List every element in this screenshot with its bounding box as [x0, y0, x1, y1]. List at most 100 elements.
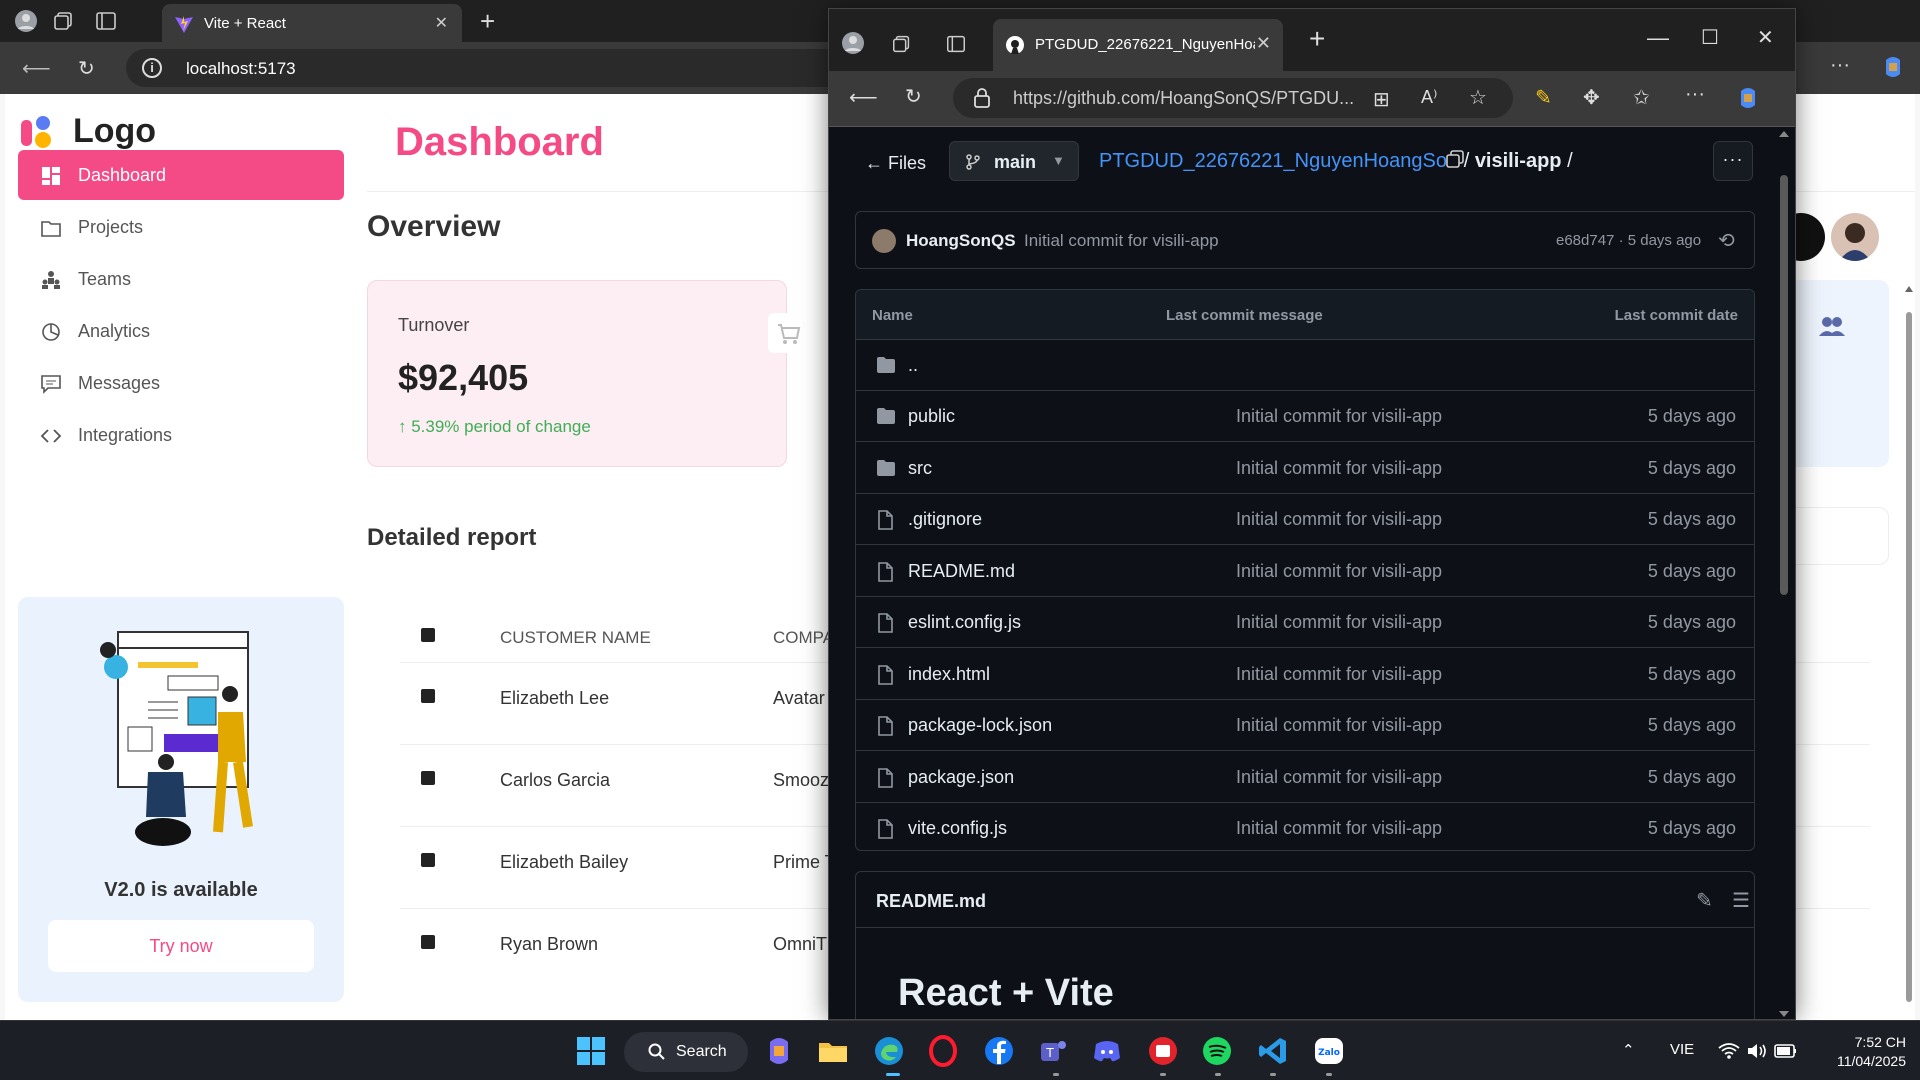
- file-commit-message[interactable]: Initial commit for visili-app: [1236, 458, 1442, 479]
- notes-icon[interactable]: ✎: [1535, 85, 1552, 110]
- copilot-icon[interactable]: [1880, 54, 1906, 80]
- taskbar-search[interactable]: Search: [624, 1032, 748, 1072]
- facebook-icon[interactable]: [982, 1034, 1016, 1068]
- windows-start-icon[interactable]: [574, 1034, 608, 1068]
- file-name[interactable]: src: [908, 458, 932, 479]
- vscode-icon[interactable]: [1256, 1034, 1290, 1068]
- file-row[interactable]: package-lock.json Initial commit for visi…: [856, 700, 1754, 751]
- file-row[interactable]: .gitignore Initial commit for visili-app 5…: [856, 494, 1754, 545]
- info-icon[interactable]: i: [142, 58, 162, 78]
- system-clock[interactable]: 7:52 CH 11/04/2025: [1816, 1033, 1906, 1071]
- file-name[interactable]: .gitignore: [908, 509, 982, 530]
- battery-icon[interactable]: [1774, 1043, 1798, 1059]
- reload-icon[interactable]: ↻: [905, 84, 922, 109]
- file-commit-message[interactable]: Initial commit for visili-app: [1236, 664, 1442, 685]
- edge-icon[interactable]: [872, 1034, 906, 1068]
- lock-icon[interactable]: [973, 88, 991, 108]
- file-name[interactable]: eslint.config.js: [908, 612, 1021, 633]
- extensions-icon[interactable]: ✥: [1583, 85, 1600, 110]
- read-aloud-icon[interactable]: A⁾: [1421, 87, 1437, 108]
- file-name[interactable]: index.html: [908, 664, 990, 685]
- close-tab-icon[interactable]: ✕: [1256, 33, 1271, 54]
- select-all-checkbox[interactable]: [421, 628, 435, 642]
- maximize-icon[interactable]: ☐: [1701, 25, 1719, 50]
- opera-icon[interactable]: [926, 1034, 960, 1068]
- sidebar-item-projects[interactable]: Projects: [18, 202, 344, 252]
- tray-overflow-icon[interactable]: ⌃: [1622, 1041, 1635, 1059]
- profile-icon[interactable]: [841, 31, 865, 55]
- zalo-icon[interactable]: Zalo: [1312, 1034, 1346, 1068]
- page-scrollbar[interactable]: [1775, 127, 1793, 1020]
- commit-author[interactable]: HoangSonQS: [906, 231, 1016, 251]
- avatar[interactable]: [1831, 213, 1879, 261]
- red-app-icon[interactable]: [1146, 1034, 1180, 1068]
- workspaces-icon[interactable]: [52, 9, 76, 33]
- back-arrow-icon[interactable]: ⟵: [22, 56, 51, 81]
- more-menu-icon[interactable]: ···: [1830, 54, 1850, 77]
- file-name[interactable]: package.json: [908, 767, 1014, 788]
- file-commit-message[interactable]: Initial commit for visili-app: [1236, 561, 1442, 582]
- outline-icon[interactable]: ☰: [1732, 888, 1750, 913]
- sidebar-item-dashboard[interactable]: Dashboard: [18, 150, 344, 200]
- copilot-icon[interactable]: [1735, 85, 1761, 111]
- branch-selector[interactable]: main ▼: [949, 141, 1079, 181]
- spotify-icon[interactable]: [1200, 1034, 1234, 1068]
- tab-vite-react[interactable]: Vite + React ✕: [162, 4, 462, 42]
- new-tab-icon[interactable]: +: [480, 6, 495, 37]
- favorites-icon[interactable]: ✩: [1633, 85, 1650, 110]
- file-commit-message[interactable]: Initial commit for visili-app: [1236, 818, 1442, 839]
- file-name[interactable]: package-lock.json: [908, 715, 1052, 736]
- minimize-icon[interactable]: —: [1647, 25, 1669, 51]
- file-row[interactable]: package.json Initial commit for visili-ap…: [856, 752, 1754, 803]
- commit-meta[interactable]: e68d747 · 5 days ago: [1556, 232, 1701, 249]
- tab-github[interactable]: PTGDUD_22676221_NguyenHoangSon ✕: [993, 19, 1283, 71]
- copy-path-icon[interactable]: [1445, 149, 1465, 169]
- file-row[interactable]: src Initial commit for visili-app 5 days a…: [856, 443, 1754, 494]
- wifi-icon[interactable]: [1718, 1042, 1740, 1060]
- workspaces-icon[interactable]: [891, 33, 913, 55]
- close-tab-icon[interactable]: ✕: [435, 13, 448, 33]
- volume-icon[interactable]: [1746, 1042, 1768, 1060]
- row-checkbox[interactable]: [421, 771, 435, 785]
- sidebar-item-messages[interactable]: Messages: [18, 358, 344, 408]
- reload-icon[interactable]: ↻: [78, 56, 95, 81]
- file-name[interactable]: README.md: [908, 561, 1015, 582]
- new-tab-icon[interactable]: +: [1309, 23, 1325, 55]
- file-name[interactable]: vite.config.js: [908, 818, 1007, 839]
- commit-message[interactable]: Initial commit for visili-app: [1024, 231, 1219, 251]
- file-row[interactable]: eslint.config.js Initial commit for visil…: [856, 597, 1754, 648]
- file-commit-message[interactable]: Initial commit for visili-app: [1236, 509, 1442, 530]
- app-available-icon[interactable]: ⊞: [1373, 87, 1390, 112]
- file-commit-message[interactable]: Initial commit for visili-app: [1236, 715, 1442, 736]
- parent-dir-row[interactable]: ..: [856, 340, 1754, 391]
- breadcrumb-repo[interactable]: PTGDUD_22676221_NguyenHoangSon: [1099, 150, 1458, 172]
- more-options-button[interactable]: ···: [1713, 141, 1753, 181]
- file-row[interactable]: index.html Initial commit for visili-app 5…: [856, 649, 1754, 700]
- history-icon[interactable]: ⟲: [1718, 228, 1735, 253]
- profile-icon[interactable]: [14, 9, 38, 33]
- file-commit-message[interactable]: Initial commit for visili-app: [1236, 767, 1442, 788]
- sidebar-item-analytics[interactable]: Analytics: [18, 306, 344, 356]
- file-row[interactable]: README.md Initial commit for visili-app 5 …: [856, 546, 1754, 597]
- row-checkbox[interactable]: [421, 935, 435, 949]
- edit-icon[interactable]: ✎: [1696, 888, 1713, 913]
- back-arrow-icon[interactable]: ⟵: [849, 85, 878, 110]
- scrollbar[interactable]: [1903, 284, 1915, 1020]
- discord-icon[interactable]: [1090, 1034, 1124, 1068]
- sidebar-item-integrations[interactable]: Integrations: [18, 410, 344, 460]
- file-commit-message[interactable]: Initial commit for visili-app: [1236, 406, 1442, 427]
- try-now-button[interactable]: Try now: [48, 920, 314, 972]
- more-menu-icon[interactable]: ···: [1685, 83, 1705, 106]
- sidebar-item-teams[interactable]: Teams: [18, 254, 344, 304]
- row-checkbox[interactable]: [421, 853, 435, 867]
- author-avatar[interactable]: [872, 229, 896, 253]
- tab-actions-icon[interactable]: [945, 33, 967, 55]
- teams-icon[interactable]: T: [1036, 1034, 1070, 1068]
- close-window-icon[interactable]: ✕: [1757, 25, 1774, 50]
- copilot-icon[interactable]: [762, 1034, 796, 1068]
- file-row[interactable]: public Initial commit for visili-app 5 day…: [856, 391, 1754, 442]
- file-row[interactable]: vite.config.js Initial commit for visili-…: [856, 803, 1754, 850]
- file-explorer-icon[interactable]: [816, 1034, 850, 1068]
- language-indicator[interactable]: VIE: [1670, 1041, 1694, 1058]
- favorite-star-icon[interactable]: ☆: [1469, 85, 1487, 110]
